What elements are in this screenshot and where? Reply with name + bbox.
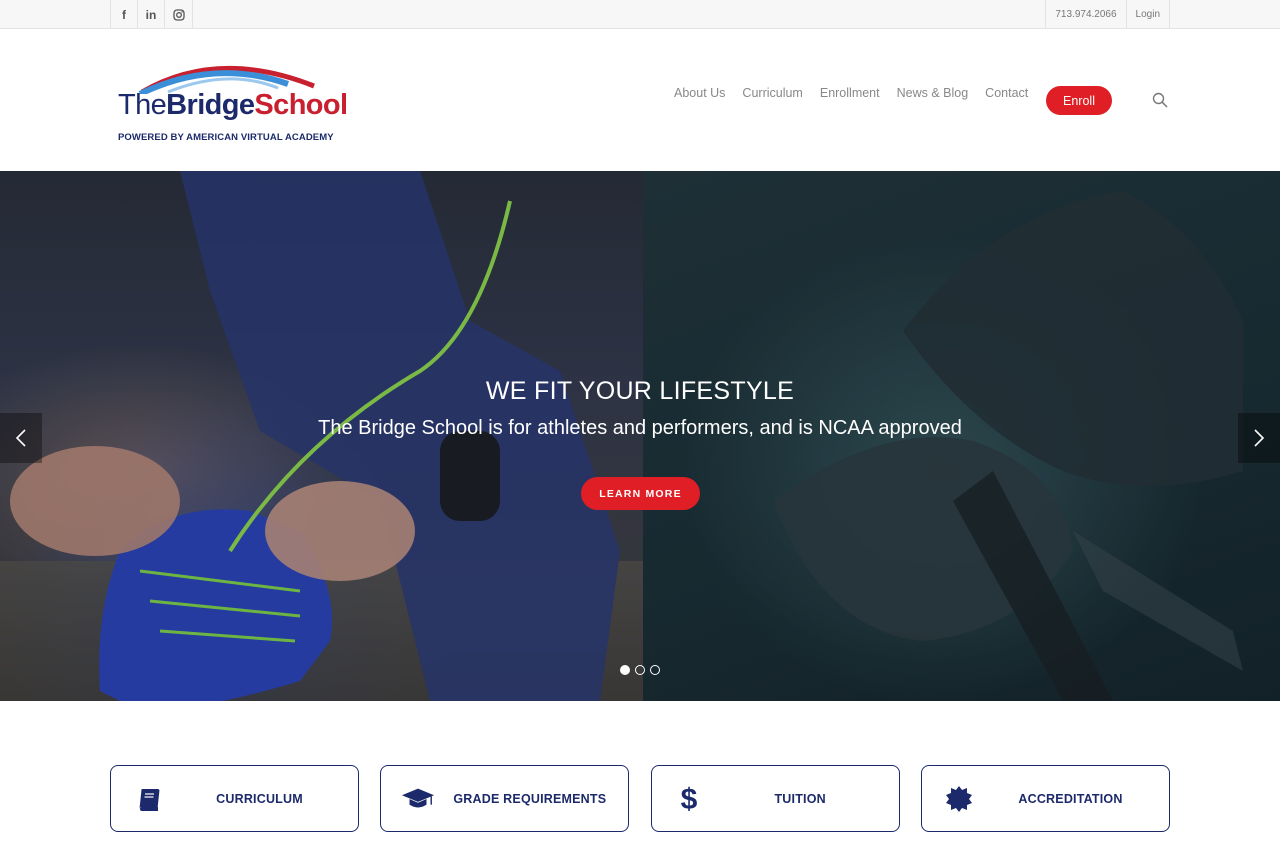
nav-news-blog[interactable]: News & Blog [897,86,969,100]
utility-links: 713.974.2066 Login [1045,0,1170,29]
slider-dot-2[interactable] [635,665,645,675]
chevron-right-icon [1254,429,1265,447]
nav-contact[interactable]: Contact [985,86,1028,100]
top-utility-bar: f in 713.974.2066 Login [0,0,1280,29]
svg-text:$: $ [680,783,697,815]
nav-about-us[interactable]: About Us [674,86,725,100]
slider-prev-button[interactable] [0,413,42,463]
logo-bridge: Bridge [166,89,255,121]
slider-dot-1[interactable] [620,665,630,675]
feature-curriculum[interactable]: CURRICULUM [110,765,359,832]
facebook-icon[interactable]: f [111,0,138,29]
dollar-icon: $ [672,783,706,815]
feature-label: CURRICULUM [216,791,303,806]
logo-arc-icon [138,65,315,94]
login-link[interactable]: Login [1127,0,1170,29]
logo-school: School [254,89,348,121]
nav-enrollment[interactable]: Enrollment [820,86,880,100]
feature-accreditation[interactable]: ACCREDITATION [920,765,1170,832]
phone-link[interactable]: 713.974.2066 [1046,0,1127,29]
site-header: TheBridgeSchool POWERED BY AMERICAN VIRT… [0,29,1280,171]
social-links: f in [110,0,193,29]
learn-more-button[interactable]: LEARN MORE [581,477,700,510]
logo-the: The [118,89,167,121]
feature-label: TUITION [774,791,826,806]
graduation-cap-icon [401,784,435,814]
search-icon[interactable] [1152,92,1168,108]
hero-subtitle: The Bridge School is for athletes and pe… [318,417,962,439]
linkedin-icon[interactable]: in [138,0,165,29]
logo-wordmark: TheBridgeSchool [118,91,348,120]
book-icon [131,784,165,814]
slider-dots [620,665,665,675]
slider-next-button[interactable] [1238,413,1280,463]
logo-tagline: POWERED BY AMERICAN VIRTUAL ACADEMY [118,132,334,143]
site-logo[interactable]: TheBridgeSchool POWERED BY AMERICAN VIRT… [118,54,348,149]
chevron-left-icon [15,429,26,447]
slider-dot-3[interactable] [650,665,660,675]
hero-slider: WE FIT YOUR LIFESTYLE The Bridge School … [0,171,1280,701]
feature-links: CURRICULUM GRADE REQUIREMENTS $ TUITION … [110,765,1170,832]
feature-label: ACCREDITATION [1018,791,1123,806]
instagram-icon[interactable] [165,0,193,29]
feature-grade-requirements[interactable]: GRADE REQUIREMENTS [380,765,630,832]
main-nav: About Us Curriculum Enrollment News & Bl… [674,86,1045,100]
enroll-button[interactable]: Enroll [1046,86,1112,115]
seal-icon [942,784,976,814]
nav-curriculum[interactable]: Curriculum [742,86,802,100]
feature-tuition[interactable]: $ TUITION [650,765,900,832]
feature-label: GRADE REQUIREMENTS [453,791,607,806]
hero-title: WE FIT YOUR LIFESTYLE [485,377,795,405]
